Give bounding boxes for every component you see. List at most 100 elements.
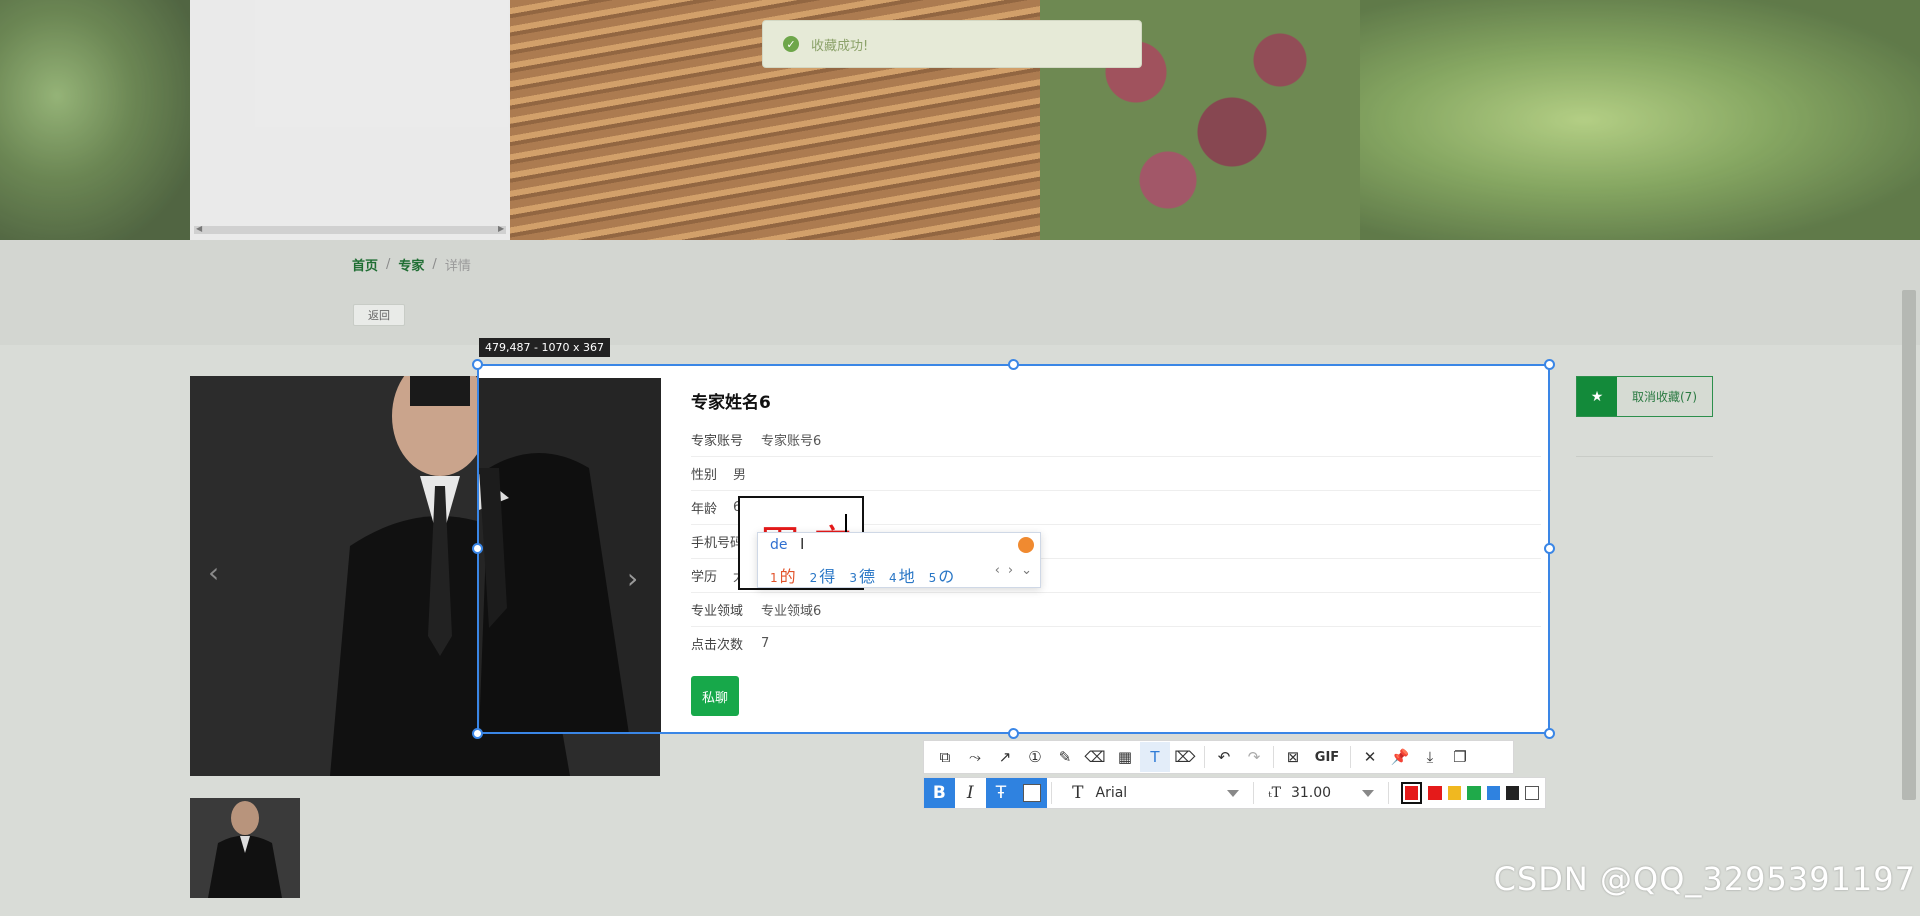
toolbar-divider: [1387, 782, 1389, 804]
breadcrumb-separator: /: [432, 257, 437, 272]
divider: [1576, 456, 1713, 457]
color-swatch-white[interactable]: [1525, 786, 1539, 800]
color-swatch-black[interactable]: [1505, 786, 1520, 800]
toolbar-divider: [1253, 782, 1255, 804]
selected-color-swatch[interactable]: [1400, 782, 1423, 804]
expert-name: 专家姓名6: [691, 393, 771, 413]
thumbnail-image: [208, 801, 282, 898]
font-icon: T: [1072, 783, 1084, 803]
info-row-clicks: 点击次数 7: [691, 626, 1541, 660]
font-size-select[interactable]: ₜT 31.00: [1258, 778, 1383, 808]
back-button[interactable]: 返回: [353, 304, 405, 326]
color-swatch-red[interactable]: [1428, 786, 1442, 800]
ime-page-nav: ‹ › ⌄: [995, 563, 1032, 578]
field-label: 学历: [691, 569, 718, 585]
number-marker-icon[interactable]: ①: [1020, 742, 1050, 772]
ime-candidate[interactable]: 1的: [770, 563, 796, 587]
info-row-field: 专业领域 专业领域6: [691, 592, 1541, 627]
ime-next-page-icon[interactable]: ›: [1008, 563, 1013, 578]
selection-size-label: 479,487 - 1070 x 367: [479, 338, 610, 357]
resize-handle-bottom[interactable]: [1008, 728, 1019, 739]
toast-message: 收藏成功!: [811, 38, 869, 54]
field-value: 7: [761, 635, 770, 651]
candidate-index: 3: [849, 571, 857, 585]
arrow-tool-icon[interactable]: ↗: [990, 742, 1020, 772]
candidate-index: 4: [888, 571, 897, 585]
ime-candidate[interactable]: 3德: [849, 563, 875, 587]
screenshot-toolbar: ⧉ ⤳ ↗ ① ✎ ⌫ ▦ T ⌦ ↶ ↷ ⊠ GIF ✕ 📌 ⤓ ❐: [923, 740, 1514, 774]
italic-icon[interactable]: I: [955, 778, 986, 808]
scroll-left-icon[interactable]: ◀: [196, 224, 202, 233]
ime-skin-icon[interactable]: [1018, 537, 1034, 553]
text-background-icon[interactable]: [1016, 778, 1048, 808]
font-size-icon: ₜT: [1268, 785, 1281, 801]
text-tool-icon[interactable]: T: [1140, 742, 1170, 772]
gif-button[interactable]: GIF: [1308, 742, 1346, 772]
resize-handle-left[interactable]: [472, 543, 483, 554]
success-toast: ✓ 收藏成功!: [762, 20, 1142, 68]
ime-candidate[interactable]: 5の: [929, 563, 955, 587]
info-row-account: 专家账号 专家账号6: [691, 422, 1541, 457]
resize-handle-top-left[interactable]: [472, 359, 483, 370]
resize-handle-top[interactable]: [1008, 359, 1019, 370]
field-value: 专业领域6: [761, 603, 822, 619]
ime-expand-icon[interactable]: ⌄: [1021, 563, 1032, 578]
candidate-index: 5: [928, 571, 937, 585]
banner-scrollbar[interactable]: [194, 226, 506, 234]
eraser-tool-icon[interactable]: ⌦: [1170, 742, 1200, 772]
long-screenshot-icon[interactable]: ⊠: [1278, 742, 1308, 772]
expert-photo-partial: ›: [479, 453, 638, 732]
toolbar-divider: [1350, 746, 1351, 768]
marker-tool-icon[interactable]: ⌫: [1080, 742, 1110, 772]
resize-handle-top-right[interactable]: [1544, 359, 1555, 370]
resize-handle-right[interactable]: [1544, 543, 1555, 554]
copy-icon[interactable]: ❐: [1445, 742, 1475, 772]
ime-input: de: [770, 537, 788, 553]
private-chat-button[interactable]: 私聊: [691, 676, 739, 716]
chevron-down-icon: [1227, 789, 1240, 797]
unfavorite-button[interactable]: ★ 取消收藏(7): [1576, 376, 1713, 417]
polyline-tool-icon[interactable]: ⤳: [960, 742, 990, 772]
breadcrumb-home-link[interactable]: 首页: [352, 255, 378, 274]
undo-icon[interactable]: ↶: [1209, 742, 1239, 772]
font-size-value: 31.00: [1290, 785, 1332, 801]
carousel-prev-icon[interactable]: ‹: [208, 556, 219, 589]
candidate-text: 得: [819, 567, 836, 586]
ime-candidate[interactable]: 4地: [889, 563, 915, 587]
color-swatch-blue[interactable]: [1486, 786, 1500, 800]
font-family-value: Arial: [1095, 785, 1128, 801]
text-outline-icon[interactable]: Ŧ: [985, 778, 1017, 808]
color-swatch-yellow[interactable]: [1447, 786, 1462, 800]
ime-candidate[interactable]: 2得: [810, 563, 836, 587]
expert-photo-thumbnail[interactable]: [190, 798, 300, 898]
ime-candidates: 1的 2得 3德 4地 5の: [770, 563, 954, 587]
download-icon[interactable]: ⤓: [1415, 742, 1445, 772]
svg-text:›: ›: [627, 562, 638, 595]
pen-tool-icon[interactable]: ✎: [1050, 742, 1080, 772]
text-format-toolbar: B I Ŧ T Arial ₜT 31.00: [923, 777, 1546, 809]
page-scrollbar[interactable]: [1902, 290, 1916, 800]
candidate-text: 地: [898, 567, 915, 586]
candidate-index: 2: [809, 571, 818, 585]
scroll-right-icon[interactable]: ▶: [498, 224, 504, 233]
close-icon[interactable]: ✕: [1355, 742, 1385, 772]
bold-icon[interactable]: B: [924, 778, 955, 808]
ime-prev-page-icon[interactable]: ‹: [995, 563, 1000, 578]
color-swatch-green[interactable]: [1467, 786, 1481, 800]
chevron-down-icon: [1361, 789, 1374, 797]
resize-handle-bottom-right[interactable]: [1544, 728, 1555, 739]
breadcrumb-expert-link[interactable]: 专家: [398, 255, 424, 274]
pin-icon[interactable]: 📌: [1385, 742, 1415, 772]
toolbar-divider: [1204, 746, 1205, 768]
watermark: CSDN @QQ_3295391197: [1493, 860, 1916, 898]
mosaic-tool-icon[interactable]: ▦: [1110, 742, 1140, 772]
font-family-select[interactable]: T Arial: [1056, 778, 1249, 808]
field-label: 点击次数: [691, 637, 744, 653]
field-value: 男: [733, 467, 747, 483]
shape-tool-icon[interactable]: ⧉: [930, 742, 960, 772]
redo-icon[interactable]: ↷: [1239, 742, 1269, 772]
resize-handle-bottom-left[interactable]: [472, 728, 483, 739]
breadcrumb-band: [0, 240, 1920, 345]
breadcrumb: 首页 / 专家 / 详情: [352, 255, 471, 274]
candidate-index: 1: [770, 571, 778, 585]
